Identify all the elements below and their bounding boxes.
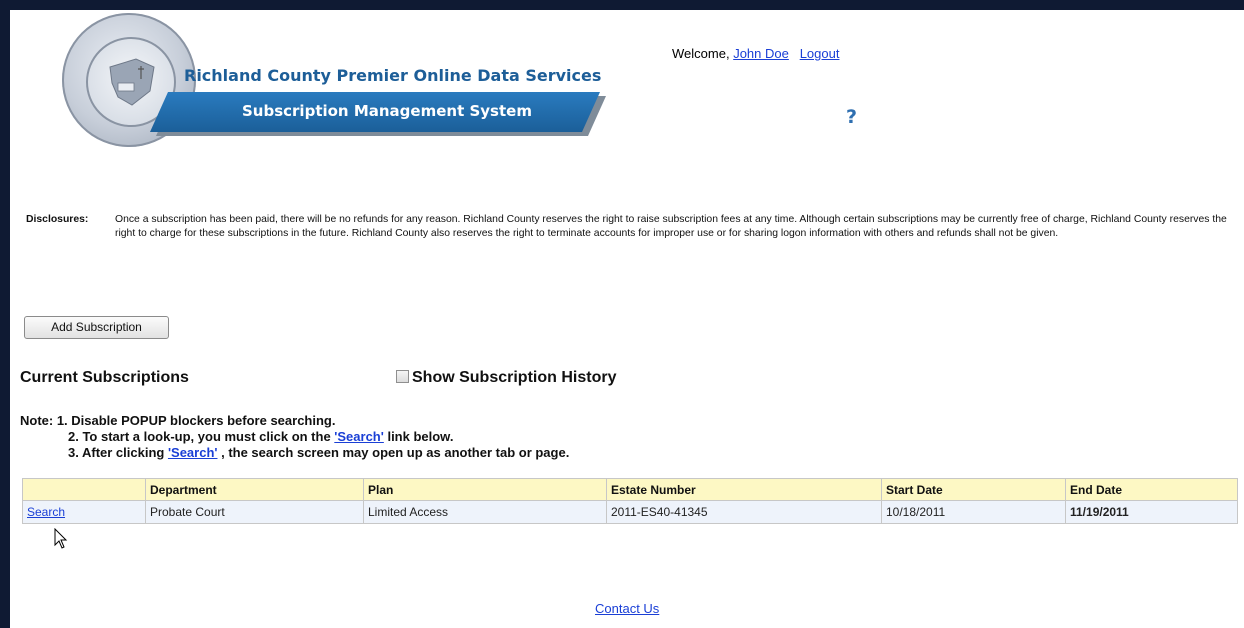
header-start-date: Start Date xyxy=(881,478,1066,501)
note-line-1: Note: 1. Disable POPUP blockers before s… xyxy=(20,413,336,428)
cell-end-date: 11/19/2011 xyxy=(1065,500,1238,524)
contact-us-link[interactable]: Contact Us xyxy=(595,601,659,616)
cell-action: Search xyxy=(22,500,146,524)
add-subscription-button[interactable]: Add Subscription xyxy=(24,316,169,339)
note-search-link[interactable]: 'Search' xyxy=(334,429,384,444)
note-search-link[interactable]: 'Search' xyxy=(168,445,218,460)
history-checkbox[interactable] xyxy=(396,370,409,383)
show-history-toggle[interactable]: Show Subscription History xyxy=(396,369,616,387)
user-name-link[interactable]: John Doe xyxy=(733,46,789,61)
table-row: Search Probate Court Limited Access 2011… xyxy=(22,500,1238,524)
note-line-2: 2. To start a look-up, you must click on… xyxy=(68,429,454,444)
cell-plan: Limited Access xyxy=(363,500,607,524)
header-estate-number: Estate Number xyxy=(606,478,882,501)
mouse-pointer-icon xyxy=(54,528,68,549)
disclosures-label: Disclosures: xyxy=(26,214,89,225)
header-department: Department xyxy=(145,478,364,501)
subscriptions-table: Department Plan Estate Number Start Date… xyxy=(22,478,1238,524)
welcome-area: Welcome, John Doe Logout xyxy=(672,46,839,61)
cell-estate-number: 2011-ES40-41345 xyxy=(606,500,882,524)
disclosures: Disclosures: Once a subscription has bee… xyxy=(26,213,1236,241)
header-end-date: End Date xyxy=(1065,478,1238,501)
app-title: Richland County Premier Online Data Serv… xyxy=(184,66,602,85)
welcome-text: Welcome, xyxy=(672,46,730,61)
cell-department: Probate Court xyxy=(145,500,364,524)
header-action xyxy=(22,478,146,501)
current-subscriptions-title: Current Subscriptions xyxy=(20,369,189,386)
history-label: Show Subscription History xyxy=(412,369,617,386)
disclosures-text: Once a subscription has been paid, there… xyxy=(115,214,1227,239)
search-link[interactable]: Search xyxy=(27,505,65,519)
logout-link[interactable]: Logout xyxy=(800,46,840,61)
search-notes: Note: 1. Disable POPUP blockers before s… xyxy=(20,413,569,461)
page: Richland County Premier Online Data Serv… xyxy=(10,10,1244,628)
help-icon[interactable]: ? xyxy=(846,106,857,128)
app-subtitle: Subscription Management System xyxy=(242,102,532,120)
table-header-row: Department Plan Estate Number Start Date… xyxy=(22,478,1238,501)
header-plan: Plan xyxy=(363,478,607,501)
cell-start-date: 10/18/2011 xyxy=(881,500,1066,524)
note-line-3: 3. After clicking 'Search' , the search … xyxy=(68,445,570,460)
